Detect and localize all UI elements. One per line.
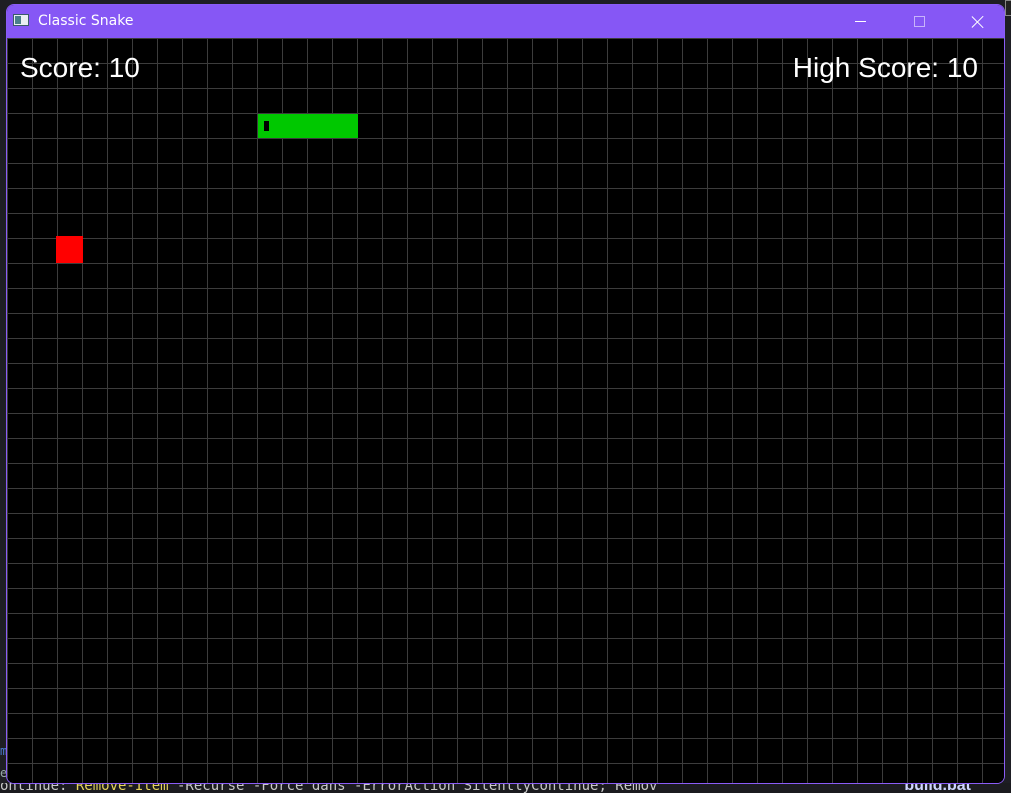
window-title: Classic Snake	[38, 13, 134, 29]
minimize-button[interactable]	[837, 5, 883, 38]
background-window-corner	[1005, 0, 1011, 16]
terminal-line: ontinue: Remove-Item -Recurse -Force dan…	[0, 783, 657, 793]
snake-segment	[333, 114, 358, 138]
file-label[interactable]: build.bat	[904, 783, 971, 793]
snake-segment	[308, 114, 333, 138]
game-window: Classic Snake Score: 10 High Score: 10	[6, 4, 1005, 784]
title-bar[interactable]: Classic Snake	[7, 5, 1004, 38]
app-icon	[13, 14, 29, 26]
terminal-text-segment: ontinue:	[0, 783, 76, 793]
terminal-text-segment: Remove-Item	[75, 783, 169, 793]
minimize-icon	[854, 21, 866, 22]
high-score-label: High Score: 10	[792, 52, 978, 83]
close-button[interactable]	[955, 5, 1001, 38]
food-apple	[56, 236, 83, 263]
game-board[interactable]: Score: 10 High Score: 10	[7, 38, 1004, 783]
score-label: Score: 10	[20, 52, 140, 83]
maximize-icon	[913, 16, 925, 27]
background-terminal: ontinue: Remove-Item -Recurse -Force dan…	[0, 783, 1011, 793]
maximize-button[interactable]	[896, 5, 942, 38]
snake-segment	[283, 114, 308, 138]
snake-head	[258, 114, 283, 138]
close-icon	[971, 15, 985, 29]
terminal-text-segment: -Recurse -Force dans -ErrorAction Silent…	[168, 783, 658, 793]
snake-eye	[264, 121, 269, 131]
